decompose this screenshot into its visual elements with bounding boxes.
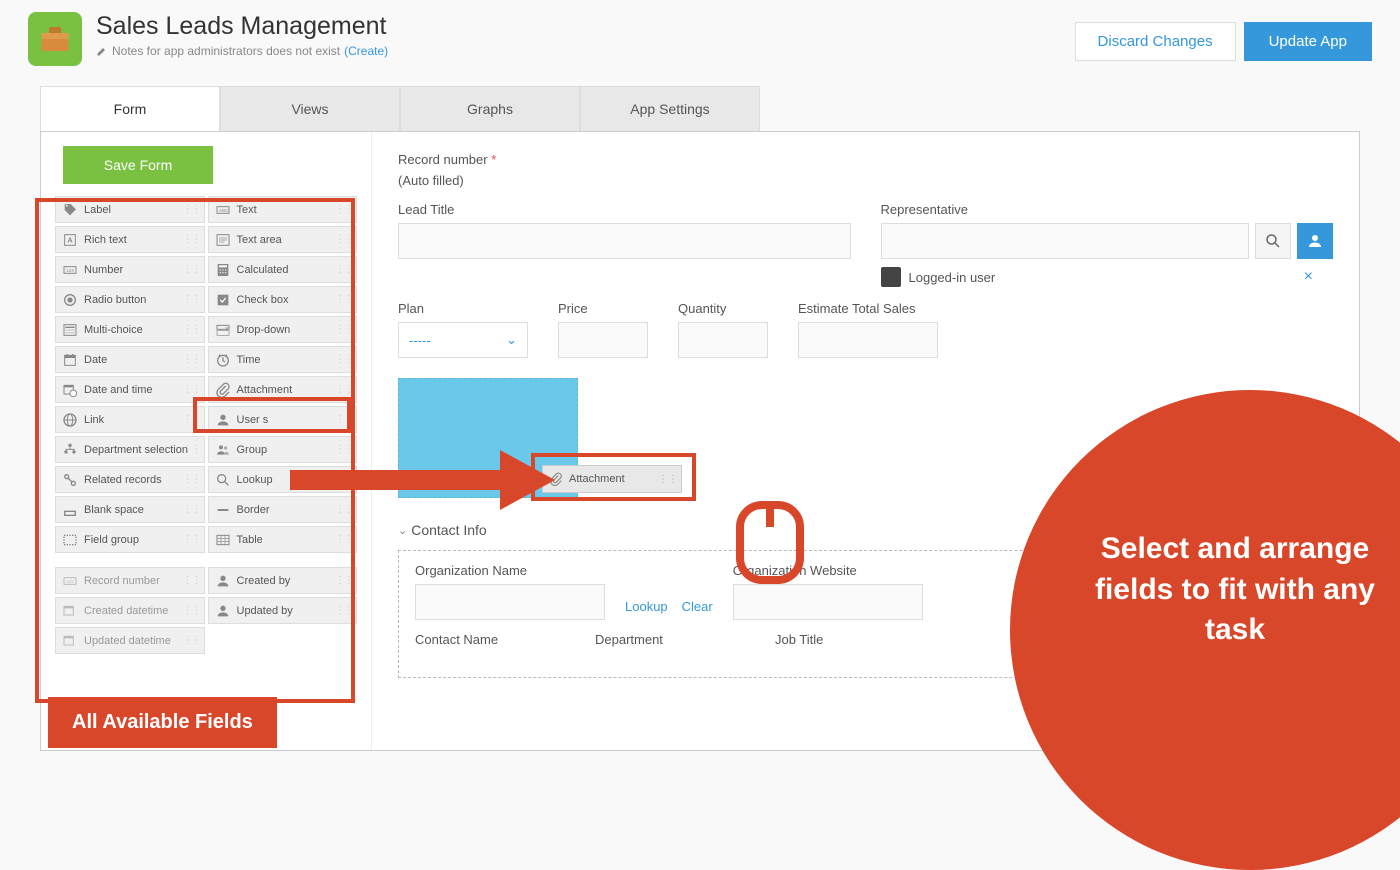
field-rich-text[interactable]: ARich text⋮⋮ <box>55 226 205 253</box>
lead-title-label: Lead Title <box>398 202 851 217</box>
field-updated-by[interactable]: Updated by⋮⋮ <box>208 597 358 624</box>
svg-text:ABC: ABC <box>219 208 229 213</box>
field-link[interactable]: Link⋮⋮ <box>55 406 205 433</box>
field-lookup[interactable]: Lookup⋮⋮ <box>208 466 358 493</box>
tab-graphs[interactable]: Graphs <box>400 86 580 131</box>
quantity-label: Quantity <box>678 301 768 316</box>
remove-user-icon[interactable]: × <box>1304 268 1313 286</box>
chevron-down-icon: ⌄ <box>398 524 407 537</box>
tab-form[interactable]: Form <box>40 86 220 131</box>
annotation-palette-label: All Available Fields <box>48 697 277 748</box>
clear-link[interactable]: Clear <box>682 599 713 614</box>
svg-text:123: 123 <box>66 268 74 273</box>
org-website-input[interactable] <box>733 584 923 620</box>
job-title-label: Job Title <box>775 632 935 647</box>
chevron-down-icon: ⌄ <box>506 332 517 348</box>
field-number[interactable]: 123Number⋮⋮ <box>55 256 205 283</box>
field-calculated[interactable]: Calculated⋮⋮ <box>208 256 358 283</box>
field-datetime[interactable]: Date and time⋮⋮ <box>55 376 205 403</box>
user-picker-icon[interactable] <box>1297 223 1333 259</box>
avatar-icon <box>881 267 901 287</box>
field-attachment[interactable]: Attachment⋮⋮ <box>208 376 358 403</box>
app-header: Sales Leads Management Notes for app adm… <box>0 0 1400 66</box>
field-palette-panel: Save Form Label⋮⋮ ABCText⋮⋮ ARich text⋮⋮… <box>41 132 371 750</box>
create-notes-link[interactable]: (Create) <box>344 44 388 58</box>
lead-title-input[interactable] <box>398 223 851 259</box>
field-time[interactable]: Time⋮⋮ <box>208 346 358 373</box>
app-icon <box>28 12 82 66</box>
discard-button[interactable]: Discard Changes <box>1075 22 1236 61</box>
plan-label: Plan <box>398 301 528 316</box>
price-label: Price <box>558 301 648 316</box>
field-group[interactable]: Group⋮⋮ <box>208 436 358 463</box>
field-created-datetime[interactable]: Created datetime⋮⋮ <box>55 597 205 624</box>
field-multi-choice[interactable]: Multi-choice⋮⋮ <box>55 316 205 343</box>
tab-bar: Form Views Graphs App Settings <box>40 86 1400 131</box>
org-name-input[interactable] <box>415 584 605 620</box>
representative-input[interactable] <box>881 223 1250 259</box>
logged-in-user-chip: Logged-in user × <box>881 267 1334 287</box>
record-number-label: Record number * <box>398 152 1333 167</box>
tab-settings[interactable]: App Settings <box>580 86 760 131</box>
lookup-link[interactable]: Lookup <box>625 599 668 614</box>
app-notes: Notes for app administrators does not ex… <box>96 44 388 58</box>
org-name-label: Organization Name <box>415 563 605 578</box>
field-date[interactable]: Date⋮⋮ <box>55 346 205 373</box>
tab-views[interactable]: Views <box>220 86 400 131</box>
field-department[interactable]: Department selection⋮⋮ <box>55 436 205 463</box>
svg-text:123: 123 <box>66 579 74 584</box>
field-text[interactable]: ABCText⋮⋮ <box>208 196 358 223</box>
field-radio[interactable]: Radio button⋮⋮ <box>55 286 205 313</box>
quantity-input[interactable] <box>678 322 768 358</box>
field-related[interactable]: Related records⋮⋮ <box>55 466 205 493</box>
svg-text:A: A <box>67 235 73 244</box>
field-fieldgroup[interactable]: Field group⋮⋮ <box>55 526 205 553</box>
estimate-input[interactable] <box>798 322 938 358</box>
search-icon[interactable] <box>1255 223 1291 259</box>
org-website-label: Organization Website <box>733 563 923 578</box>
field-label[interactable]: Label⋮⋮ <box>55 196 205 223</box>
field-dropdown[interactable]: Drop-down⋮⋮ <box>208 316 358 343</box>
field-checkbox[interactable]: Check box⋮⋮ <box>208 286 358 313</box>
plan-select[interactable]: -----⌄ <box>398 322 528 358</box>
estimate-label: Estimate Total Sales <box>798 301 938 316</box>
representative-label: Representative <box>881 202 1334 217</box>
department-label: Department <box>595 632 755 647</box>
field-border[interactable]: Border⋮⋮ <box>208 496 358 523</box>
field-blank[interactable]: Blank space⋮⋮ <box>55 496 205 523</box>
app-title: Sales Leads Management <box>96 12 388 41</box>
field-table[interactable]: Table⋮⋮ <box>208 526 358 553</box>
field-updated-datetime[interactable]: Updated datetime⋮⋮ <box>55 627 205 654</box>
record-number-value: (Auto filled) <box>398 173 1333 188</box>
dragged-attachment-item: Attachment ⋮⋮ <box>542 465 682 493</box>
field-created-by[interactable]: Created by⋮⋮ <box>208 567 358 594</box>
field-text-area[interactable]: Text area⋮⋮ <box>208 226 358 253</box>
update-button[interactable]: Update App <box>1244 22 1372 61</box>
field-record-number[interactable]: 123Record number⋮⋮ <box>55 567 205 594</box>
contact-name-label: Contact Name <box>415 632 575 647</box>
field-user[interactable]: User s⋮⋮ <box>208 406 358 433</box>
price-input[interactable] <box>558 322 648 358</box>
save-form-button[interactable]: Save Form <box>63 146 213 184</box>
